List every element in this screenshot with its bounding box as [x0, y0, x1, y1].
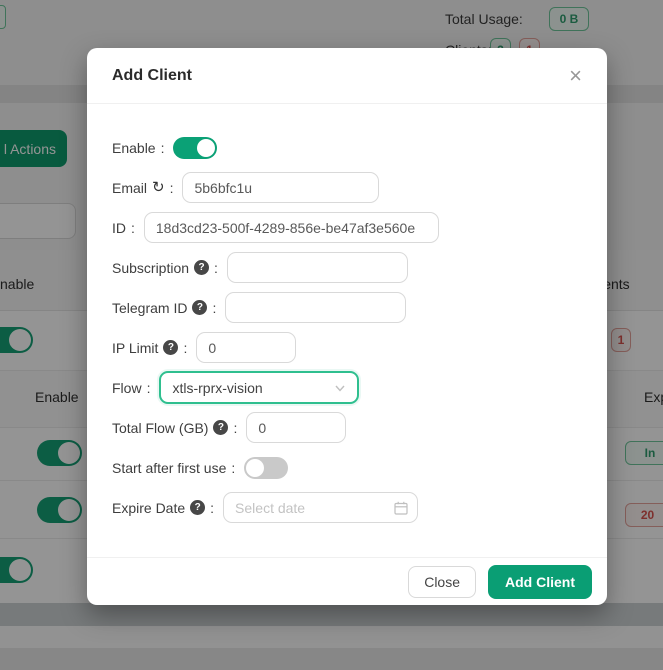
total-flow-input[interactable]: [246, 412, 346, 443]
id-label: ID:: [112, 220, 135, 236]
ip-limit-row: IP Limit ?:: [112, 332, 582, 363]
start-after-first-use-label: Start after first use:: [112, 460, 235, 476]
id-row: ID:: [112, 212, 582, 243]
expire-date-input[interactable]: [223, 492, 418, 523]
email-input[interactable]: [182, 172, 379, 203]
expire-date-row: Expire Date ?:: [112, 492, 582, 523]
start-after-first-use-toggle[interactable]: [244, 457, 288, 479]
enable-label: Enable:: [112, 140, 164, 156]
help-icon[interactable]: ?: [192, 300, 207, 315]
start-after-first-use-row: Start after first use:: [112, 452, 582, 483]
close-icon[interactable]: ×: [569, 65, 582, 87]
add-client-modal: Add Client × Enable: Email ↻: ID:: [87, 48, 607, 605]
modal-body: Enable: Email ↻: ID: Subscription ?:: [87, 104, 607, 557]
subscription-row: Subscription ?:: [112, 252, 582, 283]
enable-row: Enable:: [112, 132, 582, 163]
email-label: Email ↻:: [112, 180, 173, 196]
help-icon[interactable]: ?: [213, 420, 228, 435]
modal-footer: Close Add Client: [87, 557, 607, 605]
subscription-input[interactable]: [227, 252, 408, 283]
enable-toggle[interactable]: [173, 137, 217, 159]
help-icon[interactable]: ?: [163, 340, 178, 355]
flow-label: Flow:: [112, 380, 150, 396]
toggle-knob: [197, 139, 215, 157]
telegram-id-input[interactable]: [225, 292, 406, 323]
close-button[interactable]: Close: [408, 566, 476, 598]
total-flow-label: Total Flow (GB) ?:: [112, 420, 237, 436]
ip-limit-label: IP Limit ?:: [112, 340, 187, 356]
help-icon[interactable]: ?: [194, 260, 209, 275]
modal-header: Add Client ×: [87, 48, 607, 104]
total-flow-row: Total Flow (GB) ?:: [112, 412, 582, 443]
ip-limit-input[interactable]: [196, 332, 296, 363]
telegram-label: Telegram ID ?:: [112, 300, 216, 316]
telegram-row: Telegram ID ?:: [112, 292, 582, 323]
help-icon[interactable]: ?: [190, 500, 205, 515]
subscription-label: Subscription ?:: [112, 260, 218, 276]
expire-date-picker[interactable]: [223, 492, 418, 523]
toggle-knob: [246, 459, 264, 477]
id-input[interactable]: [144, 212, 439, 243]
add-client-button[interactable]: Add Client: [488, 565, 592, 599]
refresh-email-icon[interactable]: ↻: [152, 180, 165, 195]
modal-title: Add Client: [112, 67, 192, 85]
flow-selected-value: xtls-rprx-vision: [172, 380, 262, 396]
email-row: Email ↻:: [112, 172, 582, 203]
chevron-down-icon: [334, 382, 346, 394]
flow-select[interactable]: xtls-rprx-vision: [159, 371, 359, 404]
expire-date-label: Expire Date ?:: [112, 500, 214, 516]
flow-row: Flow: xtls-rprx-vision: [112, 372, 582, 403]
